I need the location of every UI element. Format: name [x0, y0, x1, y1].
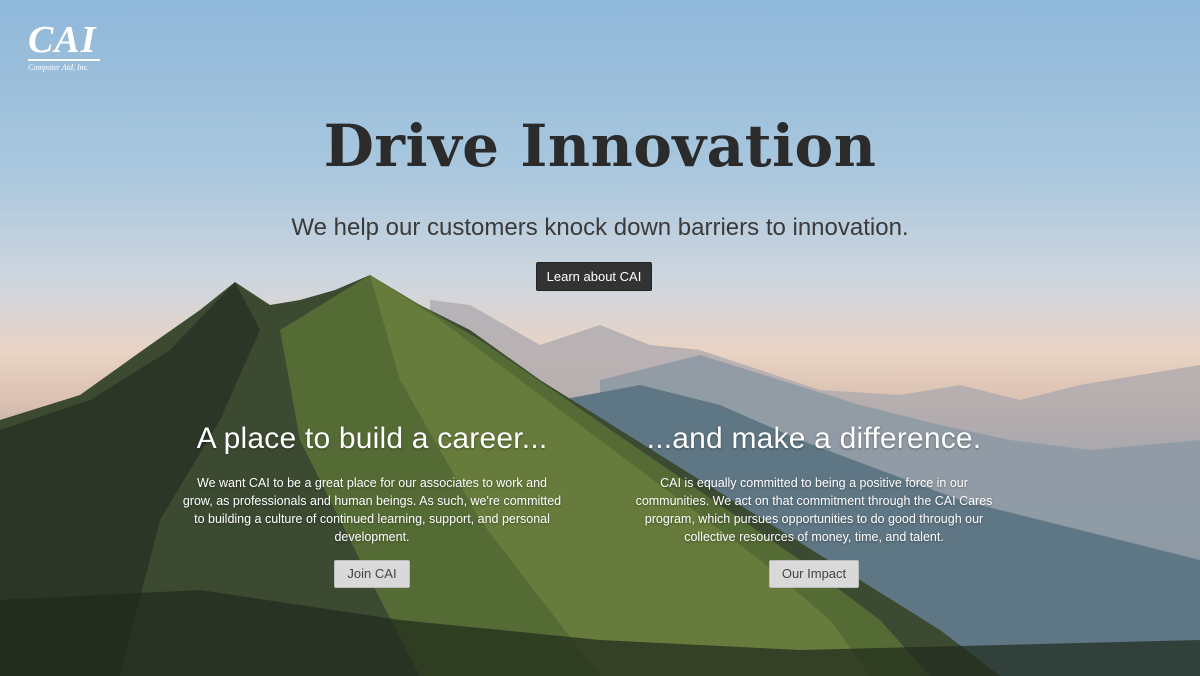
career-column: A place to build a career... We want CAI…: [172, 420, 572, 588]
career-description: We want CAI to be a great place for our …: [182, 476, 562, 544]
join-cai-button[interactable]: Join CAI: [334, 560, 410, 588]
hero-section: CAI Computer Aid, Inc. Drive Innovation …: [0, 0, 1200, 676]
page-headline: Drive Innovation: [323, 112, 877, 180]
hero-tagline: We help our customers knock down barrier…: [291, 214, 909, 241]
difference-column: ...and make a difference. CAI is equally…: [614, 420, 1014, 588]
cai-logo[interactable]: CAI Computer Aid, Inc.: [28, 19, 104, 72]
our-impact-button[interactable]: Our Impact: [768, 560, 860, 588]
difference-description: CAI is equally committed to being a posi…: [635, 476, 993, 544]
learn-about-cai-button[interactable]: Learn about CAI: [536, 262, 652, 291]
difference-title: ...and make a difference.: [646, 422, 982, 455]
career-title: A place to build a career...: [196, 422, 548, 455]
logo-subtitle: Computer Aid, Inc.: [28, 63, 90, 72]
logo-mark: CAI: [28, 19, 97, 61]
